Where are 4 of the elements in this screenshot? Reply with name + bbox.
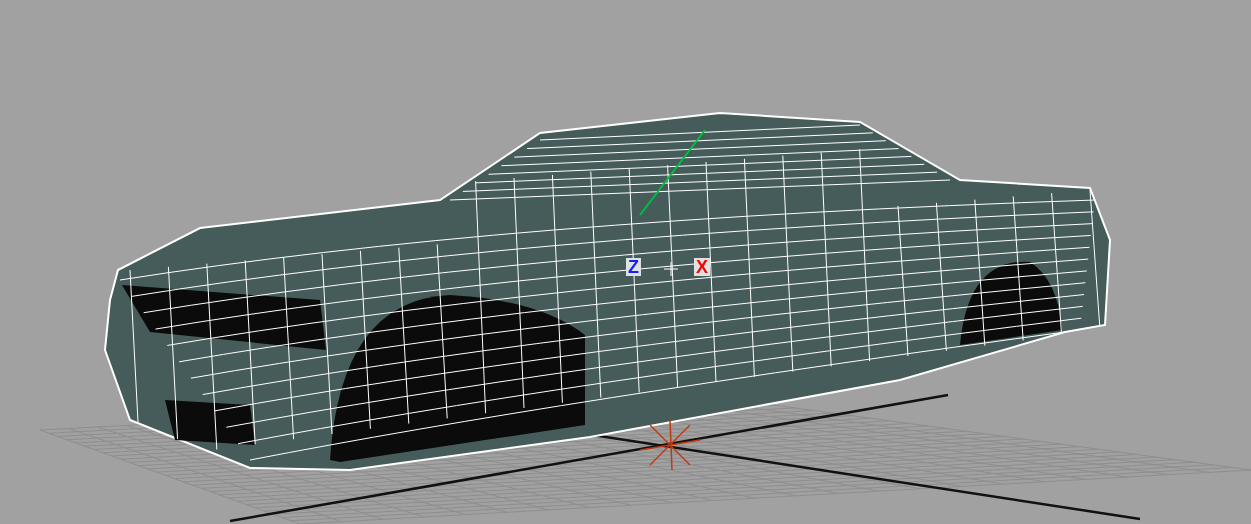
pivot-marker-drawing	[639, 419, 701, 471]
axis-label: X	[694, 258, 710, 276]
axis-label: Z	[626, 258, 641, 276]
move-cursor-icon	[663, 261, 679, 277]
